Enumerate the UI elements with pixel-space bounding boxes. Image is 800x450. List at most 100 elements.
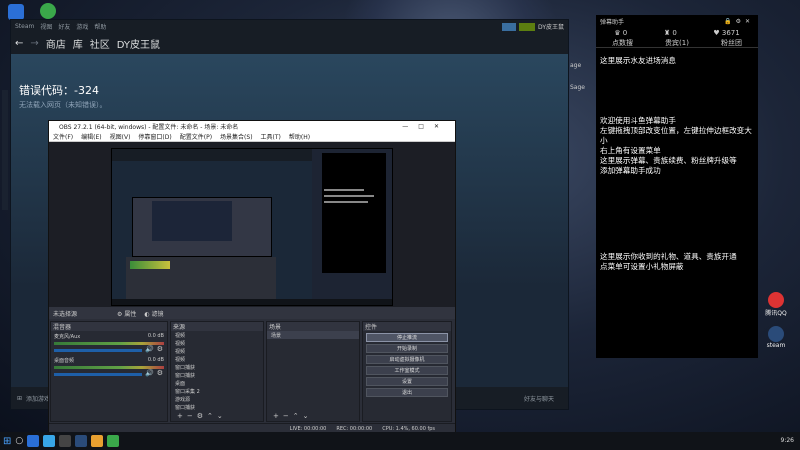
steam-taskbar-icon[interactable]: [75, 435, 88, 447]
steam-menu-item[interactable]: 视图: [40, 22, 52, 31]
stop-streaming-button[interactable]: 停止推流: [366, 333, 448, 342]
source-item[interactable]: 桌面: [171, 379, 263, 387]
source-item[interactable]: 窗口捕获: [171, 363, 263, 371]
danmu-message-area: 欢迎使用斗鱼弹幕助手 左键拖拽顶部改变位置，左键拉伸边框改变大小 右上角有设置菜…: [596, 116, 758, 176]
side-label-1: age: [570, 62, 582, 69]
up-icon[interactable]: ⌃: [293, 412, 299, 420]
channel-name: 桌面音频: [54, 358, 75, 364]
up-icon[interactable]: ⌃: [207, 412, 213, 420]
tab-points[interactable]: 点数搜: [612, 38, 633, 48]
menu-docks[interactable]: 停靠窗口(D): [138, 132, 171, 141]
add-game-button[interactable]: 添加游戏: [26, 394, 50, 403]
speaker-icon[interactable]: 🔊: [145, 369, 154, 377]
obs-window[interactable]: OBS 27.2.1 (64-bit, windows) - 配置文件: 未命名…: [48, 120, 456, 435]
virtual-camera-button[interactable]: 启动虚拟摄像机: [366, 355, 448, 364]
gear-icon[interactable]: ⚙: [157, 369, 163, 377]
heart-count-value: 3671: [721, 28, 740, 37]
mixer-panel: 混音器 麦克风/Aux 0.0 dB 🔊 ⚙ 桌面音频 0.0 dB 🔊 ⚙: [50, 321, 168, 422]
stream-preview[interactable]: [111, 148, 393, 306]
clock[interactable]: 9:26: [781, 437, 794, 444]
desktop-computer-icon[interactable]: [8, 4, 24, 20]
source-item[interactable]: 视频: [171, 339, 263, 347]
danmu-window-controls-icon[interactable]: 🔒⚙✕: [724, 18, 754, 25]
steam-menu-item[interactable]: Steam: [15, 23, 34, 30]
taskbar: ⊞ ○ 9:26: [0, 432, 800, 450]
account-name[interactable]: DY皮王鼠: [538, 22, 564, 31]
source-item[interactable]: 窗口采集 2: [171, 387, 263, 395]
nav-store[interactable]: 商店: [46, 36, 66, 51]
menu-file[interactable]: 文件(F): [53, 132, 73, 141]
tab-fans[interactable]: 粉丝团: [721, 38, 742, 48]
desktop-app-icon[interactable]: [40, 3, 56, 19]
filters-button[interactable]: ◐ 滤镜: [144, 309, 163, 318]
source-item[interactable]: 窗口捕获: [171, 403, 263, 411]
filters-label: 滤镜: [151, 310, 164, 318]
settings-button[interactable]: 设置: [366, 377, 448, 386]
properties-button[interactable]: ⚙ 属性: [117, 309, 136, 318]
controls-panel: 控件 停止推流 开始录制 启动虚拟摄像机 工作室模式 设置 退出: [362, 321, 452, 422]
add-icon[interactable]: +: [273, 412, 279, 420]
source-item[interactable]: 窗口捕获: [171, 371, 263, 379]
preview-danmu-panel: [322, 153, 386, 273]
preview-steam-nav: [112, 149, 312, 161]
obs-taskbar-icon[interactable]: [59, 435, 72, 447]
desktop-left-strip: [2, 90, 8, 210]
search-icon[interactable]: ○: [15, 436, 23, 446]
back-arrow-icon[interactable]: ←: [15, 38, 23, 49]
wallet-button[interactable]: [519, 22, 536, 31]
windows-start-icon[interactable]: ⊞: [3, 436, 11, 447]
source-item[interactable]: 视频: [171, 331, 263, 339]
volume-slider[interactable]: [54, 349, 142, 352]
remove-icon[interactable]: −: [187, 412, 193, 420]
down-icon[interactable]: ⌄: [303, 412, 309, 420]
menu-view[interactable]: 视图(V): [110, 132, 131, 141]
menu-help[interactable]: 帮助(H): [289, 132, 310, 141]
taskbar-app-icon[interactable]: [91, 435, 104, 447]
source-item[interactable]: 游戏源: [171, 395, 263, 403]
menu-profile[interactable]: 配置文件(P): [180, 132, 212, 141]
start-recording-button[interactable]: 开始录制: [366, 344, 448, 353]
down-icon[interactable]: ⌄: [217, 412, 223, 420]
steam-desktop-icon[interactable]: [768, 326, 784, 342]
danmu-helper-window[interactable]: 弹幕助手 🔒⚙✕ ♛ 0 ♜ 0 ♥ 3671 点数搜 贵宾(1) 粉丝团 这里…: [596, 15, 758, 358]
gear-icon[interactable]: ⚙: [157, 345, 163, 353]
mixer-channel: 麦克风/Aux 0.0 dB 🔊 ⚙: [51, 331, 167, 355]
steam-menu-bar: Steam 视图 好友 游戏 帮助: [11, 20, 568, 32]
remove-icon[interactable]: −: [283, 412, 289, 420]
friends-chat-button[interactable]: 好友与聊天: [524, 394, 554, 403]
scene-item[interactable]: 场景: [267, 331, 359, 339]
danmu-title: 弹幕助手: [600, 18, 625, 26]
taskbar-app-icon[interactable]: [43, 435, 56, 447]
add-game-icon[interactable]: ⊞: [17, 395, 22, 402]
menu-edit[interactable]: 编辑(E): [81, 132, 101, 141]
menu-scene-collection[interactable]: 场景集合(S): [220, 132, 253, 141]
heart-count: ♥ 3671: [713, 28, 740, 37]
gift-count-value: 0: [622, 28, 628, 37]
scenes-header: 场景: [267, 322, 359, 331]
danmu-stats: ♛ 0 ♜ 0 ♥ 3671: [596, 27, 758, 38]
speaker-icon[interactable]: 🔊: [145, 345, 154, 353]
window-controls-icon[interactable]: —□✕: [402, 123, 449, 130]
steam-menu-item[interactable]: 帮助: [94, 22, 106, 31]
forward-arrow-icon[interactable]: →: [30, 38, 38, 49]
error-message: 无法载入网页（未知错误）。: [19, 101, 107, 109]
tab-vip[interactable]: 贵宾(1): [665, 38, 689, 48]
steam-icon-label: steam: [766, 342, 786, 349]
exit-button[interactable]: 退出: [366, 388, 448, 397]
add-icon[interactable]: +: [177, 412, 183, 420]
notification-button[interactable]: [502, 22, 517, 31]
nav-library[interactable]: 库: [73, 36, 83, 51]
steam-menu-item[interactable]: 游戏: [76, 22, 88, 31]
menu-tools[interactable]: 工具(T): [261, 132, 281, 141]
gear-icon[interactable]: ⚙: [197, 412, 203, 420]
source-item[interactable]: 视频: [171, 355, 263, 363]
studio-mode-button[interactable]: 工作室模式: [366, 366, 448, 375]
taskbar-app-icon[interactable]: [107, 435, 120, 447]
qq-icon[interactable]: [768, 292, 784, 308]
steam-menu-item[interactable]: 好友: [58, 22, 70, 31]
volume-slider[interactable]: [54, 373, 142, 376]
nav-user[interactable]: DY皮王鼠: [117, 36, 160, 51]
taskbar-app-icon[interactable]: [27, 435, 40, 447]
source-item[interactable]: 视频: [171, 347, 263, 355]
nav-community[interactable]: 社区: [90, 36, 110, 51]
